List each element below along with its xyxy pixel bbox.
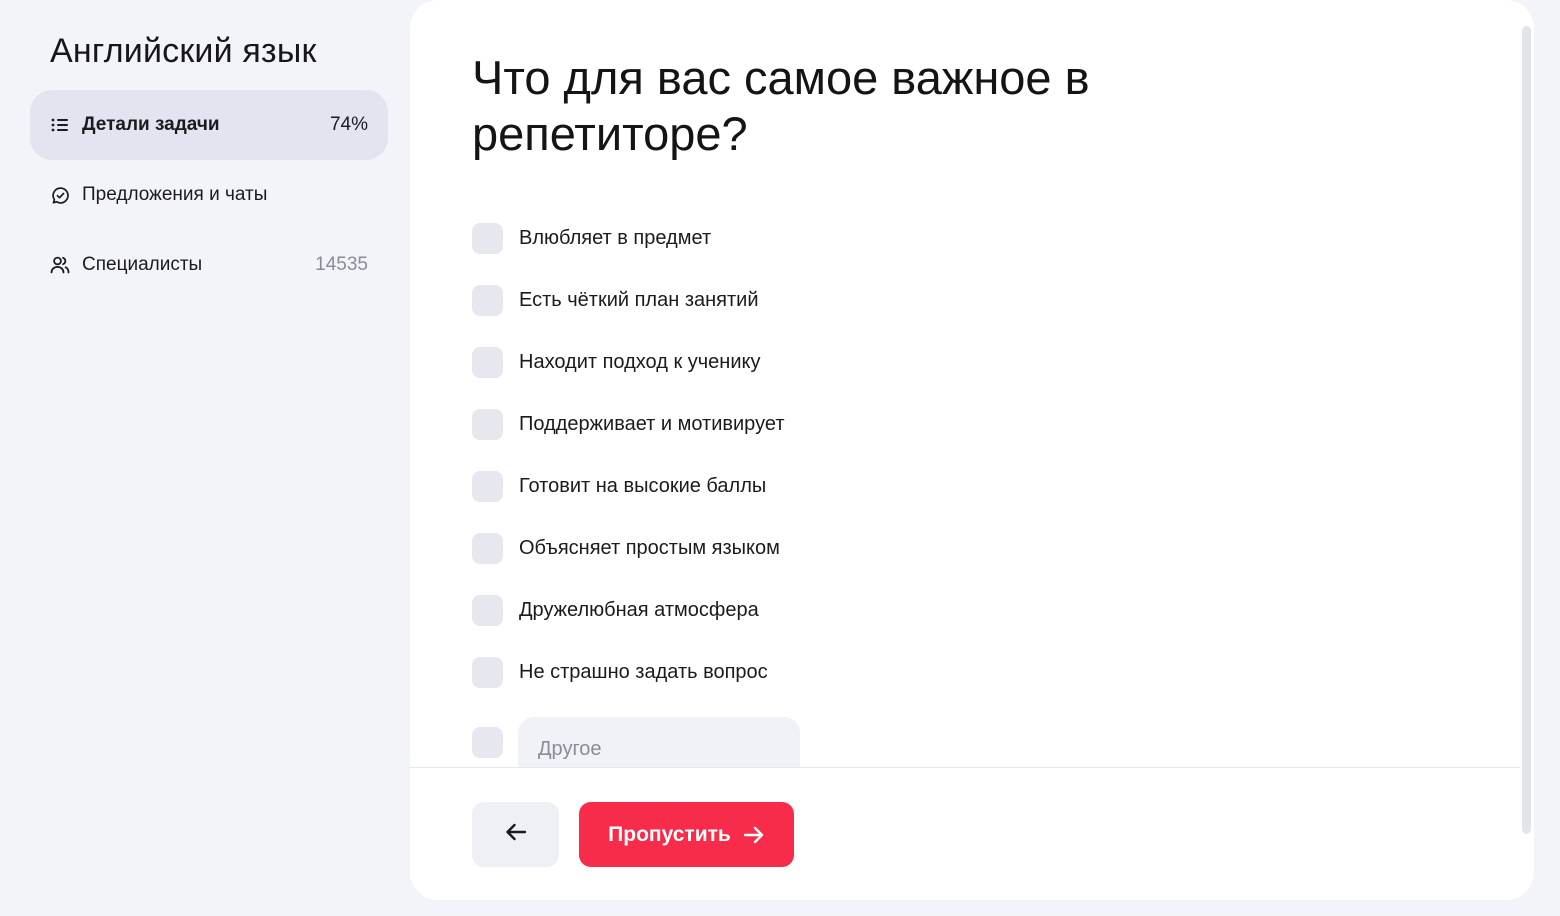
- sidebar-item-offers-chats[interactable]: Предложения и чаты: [30, 160, 388, 230]
- checkbox[interactable]: [472, 532, 503, 564]
- option-label: Не страшно задать вопрос: [519, 660, 768, 683]
- sidebar-item-label: Детали задачи: [82, 114, 220, 135]
- option-item[interactable]: Находит подход к ученику: [472, 346, 761, 378]
- progress-percent: 74%: [329, 114, 368, 135]
- sidebar-item-task-details[interactable]: Детали задачи 74%: [30, 90, 388, 160]
- checkbox[interactable]: [472, 408, 503, 440]
- users-icon: [50, 255, 70, 275]
- back-button[interactable]: [472, 802, 559, 867]
- question-card: Что для вас самое важное в репетиторе? В…: [410, 0, 1534, 900]
- checkbox[interactable]: [472, 470, 503, 502]
- checkbox[interactable]: [472, 594, 503, 626]
- question-title: Что для вас самое важное в репетиторе?: [472, 51, 1090, 160]
- footer-bar: Пропустить: [410, 767, 1520, 900]
- checkbox[interactable]: [472, 284, 503, 316]
- specialists-count: 14535: [315, 254, 368, 275]
- checkbox[interactable]: [472, 346, 503, 378]
- skip-button-label: Пропустить: [608, 822, 731, 846]
- checkbox[interactable]: [472, 222, 503, 254]
- option-item[interactable]: Есть чёткий план занятий: [472, 284, 759, 316]
- option-label: Есть чёткий план занятий: [519, 288, 759, 311]
- option-label: Дружелюбная атмосфера: [519, 598, 759, 621]
- option-item[interactable]: Готовит на высокие баллы: [472, 470, 766, 502]
- sidebar-item-label: Специалисты: [82, 254, 203, 275]
- sidebar-item-label: Предложения и чаты: [82, 184, 268, 205]
- other-checkbox[interactable]: [472, 727, 503, 758]
- option-label: Влюбляет в предмет: [519, 226, 712, 249]
- option-label: Находит подход к ученику: [519, 350, 761, 373]
- list-icon: [50, 115, 70, 135]
- checkbox[interactable]: [472, 656, 503, 688]
- arrow-right-icon: [743, 825, 765, 845]
- option-label: Готовит на высокие баллы: [519, 474, 767, 497]
- option-label: Объясняет простым языком: [519, 536, 780, 559]
- scrollbar[interactable]: [1522, 26, 1531, 834]
- arrow-left-icon: [504, 822, 528, 847]
- option-label: Поддерживает и мотивирует: [519, 412, 785, 435]
- sidebar-title: Английский язык: [50, 32, 317, 70]
- option-item[interactable]: Дружелюбная атмосфера: [472, 594, 759, 626]
- chat-check-icon: [50, 185, 70, 205]
- option-item[interactable]: Не страшно задать вопрос: [472, 656, 768, 688]
- option-item[interactable]: Объясняет простым языком: [472, 532, 780, 564]
- sidebar-item-specialists[interactable]: Специалисты 14535: [30, 230, 388, 300]
- option-item[interactable]: Поддерживает и мотивирует: [472, 408, 784, 440]
- option-item[interactable]: Влюбляет в предмет: [472, 222, 711, 254]
- skip-button[interactable]: Пропустить: [579, 802, 794, 867]
